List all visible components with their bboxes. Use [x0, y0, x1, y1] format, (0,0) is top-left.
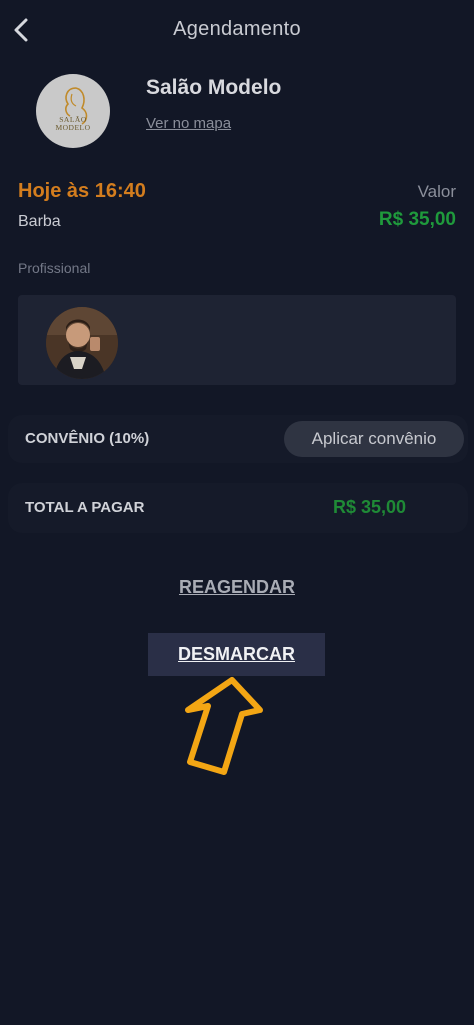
convenio-label: CONVÊNIO (10%)	[25, 430, 150, 447]
salon-logo: SALÃO MODELO	[36, 74, 110, 148]
service-price: R$ 35,00	[378, 209, 456, 230]
professional-label: Profissional	[18, 260, 91, 276]
service-name: Barba	[18, 213, 61, 230]
convenio-card: CONVÊNIO (10%) Aplicar convênio	[8, 415, 468, 463]
total-label: TOTAL A PAGAR	[25, 499, 145, 516]
salon-logo-text: SALÃO MODELO	[55, 115, 91, 132]
professional-card[interactable]	[18, 295, 456, 385]
apply-convenio-button[interactable]: Aplicar convênio	[284, 421, 464, 457]
value-label: Valor	[417, 182, 456, 201]
appointment-time: Hoje às 16:40	[18, 180, 146, 202]
total-card: TOTAL A PAGAR R$ 35,00	[8, 483, 468, 533]
reschedule-button[interactable]: REAGENDAR	[0, 577, 474, 598]
map-link[interactable]: Ver no mapa	[146, 115, 231, 132]
professional-avatar[interactable]	[46, 307, 118, 379]
cancel-appointment-button[interactable]: DESMARCAR	[148, 633, 325, 676]
page-title: Agendamento	[173, 18, 301, 40]
salon-name: Salão Modelo	[146, 76, 282, 99]
arrow-up-icon	[185, 677, 263, 775]
person-photo-icon	[46, 307, 118, 379]
total-value: R$ 35,00	[333, 497, 407, 517]
woman-profile-icon	[65, 87, 88, 125]
app-header: Agendamento	[0, 0, 474, 62]
